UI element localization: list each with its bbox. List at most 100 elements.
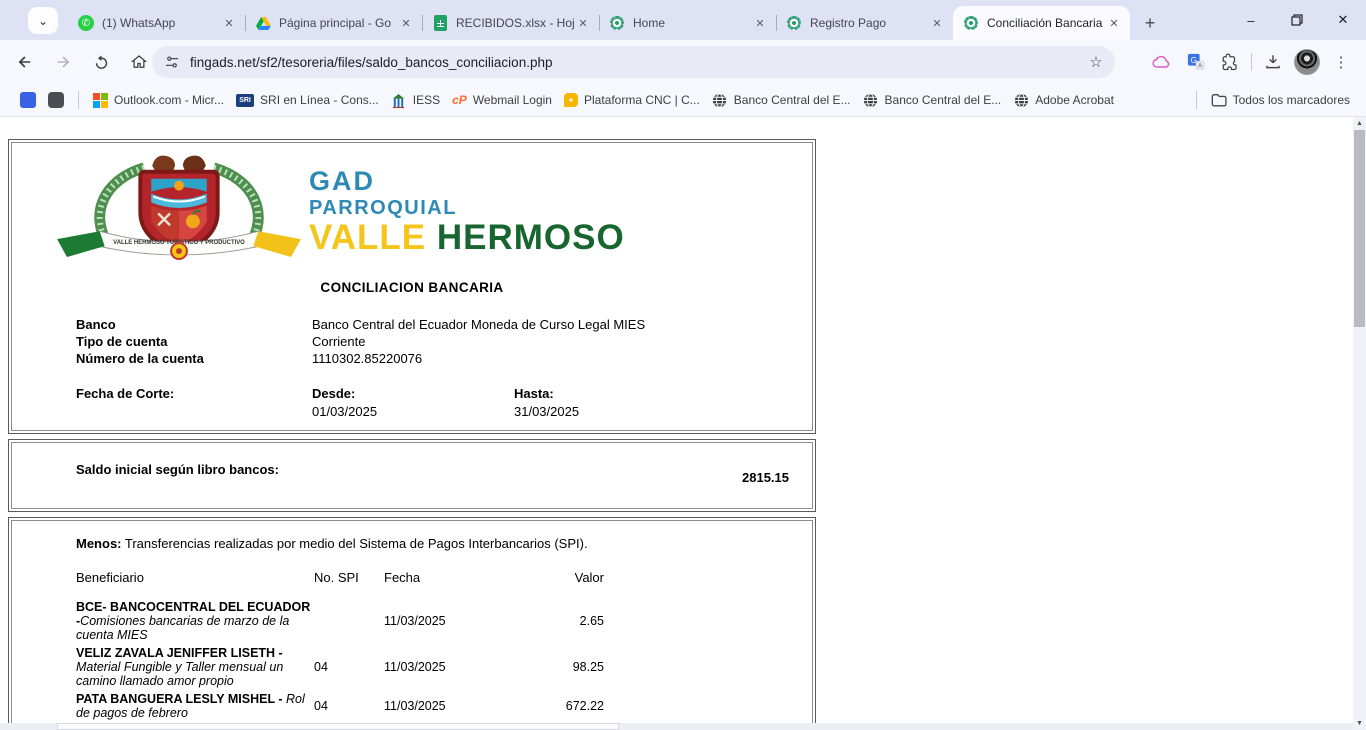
header-fecha: Fecha (384, 570, 494, 585)
tab-label: Home (633, 16, 752, 30)
tab-home[interactable]: Home ✕ (599, 6, 776, 40)
back-button[interactable] (8, 45, 42, 79)
table-row: VELIZ ZAVALA JENIFFER LISETH - Material … (9, 644, 815, 690)
bookmark-favicon-only-1[interactable] (14, 88, 42, 112)
bookmark-adobe-acrobat[interactable]: Adobe Acrobat (1007, 88, 1120, 112)
bookmark-plataforma-cnc[interactable]: ✦ Plataforma CNC | C... (558, 89, 706, 111)
bookmarks-bar: Outlook.com - Micr... SRI SRI en Línea -… (0, 84, 1366, 117)
desde-label: Desde: (312, 385, 514, 403)
bookmark-favicon-only-2[interactable] (42, 88, 70, 112)
extension-cloud-icon[interactable] (1145, 45, 1179, 79)
downloads-button[interactable] (1256, 45, 1290, 79)
extensions-puzzle-icon[interactable] (1213, 45, 1247, 79)
home-button[interactable] (122, 45, 156, 79)
table-body: BCE- BANCOCENTRAL DEL ECUADOR -Comisione… (9, 598, 815, 730)
tab-label: Página principal - Go (279, 16, 398, 30)
bookmark-banco-central-1[interactable]: Banco Central del E... (706, 88, 857, 112)
profile-avatar[interactable] (1290, 45, 1324, 79)
globe-icon (1013, 92, 1029, 108)
transferencias-box: Menos: Transferencias realizadas por med… (8, 517, 816, 730)
bookmark-label: SRI en Línea - Cons... (260, 93, 379, 107)
logo-line-parroquial: PARROQUIAL (309, 198, 625, 218)
sheets-icon (432, 15, 448, 31)
tab-search-button[interactable]: ⌄ (28, 7, 58, 34)
spi-value: 04 (314, 660, 384, 674)
header-valor: Valor (494, 570, 604, 585)
menos-text: Menos: Transferencias realizadas por med… (76, 536, 795, 551)
horizontal-scrollbar[interactable] (0, 723, 1353, 730)
all-bookmarks-label: Todos los marcadores (1233, 93, 1350, 107)
reload-button[interactable] (84, 45, 118, 79)
window-close-button[interactable]: ✕ (1320, 0, 1366, 40)
forward-button[interactable] (46, 45, 80, 79)
translate-icon[interactable]: GA (1179, 45, 1213, 79)
bookmark-label: Banco Central del E... (885, 93, 1002, 107)
header-no-spi: No. SPI (314, 570, 384, 585)
logo-line-gad: GAD (309, 168, 625, 195)
bookmark-sri[interactable]: SRI SRI en Línea - Cons... (230, 89, 385, 111)
toolbar-divider (1251, 53, 1252, 71)
scroll-up-arrow[interactable]: ▲ (1353, 117, 1366, 130)
desde-value: 01/03/2025 (312, 403, 514, 421)
bookmark-webmail[interactable]: cP Webmail Login (446, 89, 558, 111)
beneficiario-name: PATA BANGUERA LESLY MISHEL - (76, 692, 286, 706)
fecha-value: 11/03/2025 (384, 699, 494, 713)
header-beneficiario: Beneficiario (76, 570, 314, 585)
tab-label: (1) WhatsApp (102, 16, 221, 30)
bookmark-banco-central-2[interactable]: Banco Central del E... (857, 88, 1008, 112)
hasta-label: Hasta: (514, 385, 716, 403)
tab-whatsapp[interactable]: ✆ (1) WhatsApp ✕ (68, 6, 245, 40)
browser-toolbar: fingads.net/sf2/tesoreria/files/saldo_ba… (0, 40, 1366, 84)
tab-sheets[interactable]: RECIBIDOS.xlsx - Hoja ✕ (422, 6, 599, 40)
tab-label: Conciliación Bancaria (987, 16, 1106, 30)
tab-drive[interactable]: Página principal - Go ✕ (245, 6, 422, 40)
gad-favicon (786, 15, 802, 31)
beneficiario-desc: Material Fungible y Taller mensual un ca… (76, 660, 283, 688)
tab-conciliacion-bancaria[interactable]: Conciliación Bancaria ✕ (953, 6, 1130, 40)
bookmark-star-icon[interactable]: ☆ (1083, 49, 1109, 75)
vertical-scrollbar[interactable]: ▲ ▼ (1353, 117, 1366, 730)
fecha-value: 11/03/2025 (384, 660, 494, 674)
saldo-inicial-value: 2815.15 (742, 470, 789, 485)
bookmark-label: Outlook.com - Micr... (114, 93, 224, 107)
url-text[interactable]: fingads.net/sf2/tesoreria/files/saldo_ba… (190, 55, 1083, 70)
blue-square-favicon (20, 92, 36, 108)
tab-label: Registro Pago (810, 16, 929, 30)
beneficiario-name: VELIZ ZAVALA JENIFFER LISETH - (76, 646, 283, 660)
account-info: Banco Banco Central del Ecuador Moneda d… (76, 316, 795, 367)
window-restore-button[interactable] (1274, 0, 1320, 40)
site-settings-icon[interactable] (164, 54, 180, 70)
fecha-corte-row: Fecha de Corte: Desde: 01/03/2025 Hasta:… (76, 385, 716, 421)
saldo-inicial-box: Saldo inicial según libro bancos: 2815.1… (8, 439, 816, 512)
tab-close-icon[interactable]: ✕ (1106, 15, 1122, 31)
tab-close-icon[interactable]: ✕ (752, 15, 768, 31)
gray-square-favicon (48, 92, 64, 108)
avatar (1294, 49, 1320, 75)
bookmark-outlook[interactable]: Outlook.com - Micr... (87, 89, 230, 112)
new-tab-button[interactable]: + (1136, 9, 1164, 37)
window-minimize-button[interactable]: – (1228, 0, 1274, 40)
horizontal-scrollbar-thumb[interactable] (57, 723, 619, 730)
tab-close-icon[interactable]: ✕ (575, 15, 591, 31)
tab-close-icon[interactable]: ✕ (929, 15, 945, 31)
chrome-menu-button[interactable]: ⋮ (1324, 45, 1358, 79)
scroll-down-arrow[interactable]: ▼ (1353, 717, 1366, 730)
globe-icon (863, 92, 879, 108)
tab-registro-pago[interactable]: Registro Pago ✕ (776, 6, 953, 40)
bookmark-label: Plataforma CNC | C... (584, 93, 700, 107)
saldo-inicial-label: Saldo inicial según libro bancos: (76, 461, 326, 478)
download-icon (1264, 53, 1282, 71)
gad-favicon (963, 15, 979, 31)
spi-value: 04 (314, 699, 384, 713)
bookmark-iess[interactable]: IESS (385, 88, 446, 112)
address-bar[interactable]: fingads.net/sf2/tesoreria/files/saldo_ba… (152, 46, 1115, 78)
all-bookmarks-button[interactable]: Todos los marcadores (1205, 88, 1356, 112)
tab-close-icon[interactable]: ✕ (221, 15, 237, 31)
tab-close-icon[interactable]: ✕ (398, 15, 414, 31)
sri-icon: SRI (236, 94, 254, 107)
beneficiario-desc: Comisiones bancarias de marzo de la cuen… (76, 614, 289, 642)
table-header-row: Beneficiario No. SPI Fecha Valor (9, 570, 815, 585)
vertical-scrollbar-thumb[interactable] (1354, 130, 1365, 327)
gad-logo-text: GAD PARROQUIAL VALLE HERMOSO (309, 168, 625, 255)
microsoft-icon (93, 93, 108, 108)
